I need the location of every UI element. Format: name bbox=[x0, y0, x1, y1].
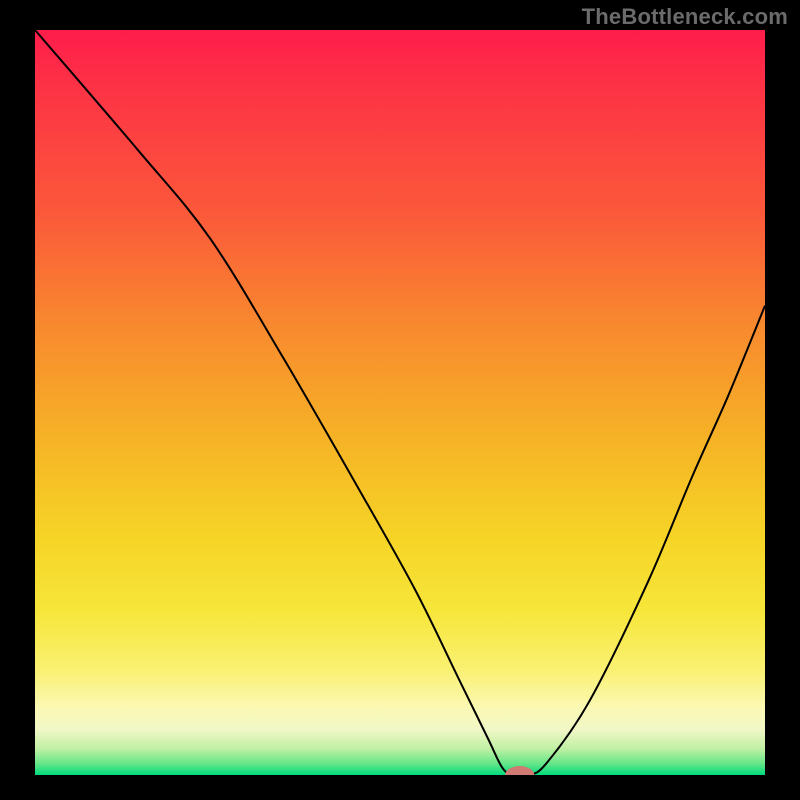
optimum-marker bbox=[505, 766, 534, 775]
chart-frame: TheBottleneck.com bbox=[0, 0, 800, 800]
curve-layer bbox=[35, 30, 765, 775]
plot-area bbox=[35, 30, 765, 775]
bottleneck-curve bbox=[35, 30, 765, 775]
watermark-text: TheBottleneck.com bbox=[582, 4, 788, 30]
